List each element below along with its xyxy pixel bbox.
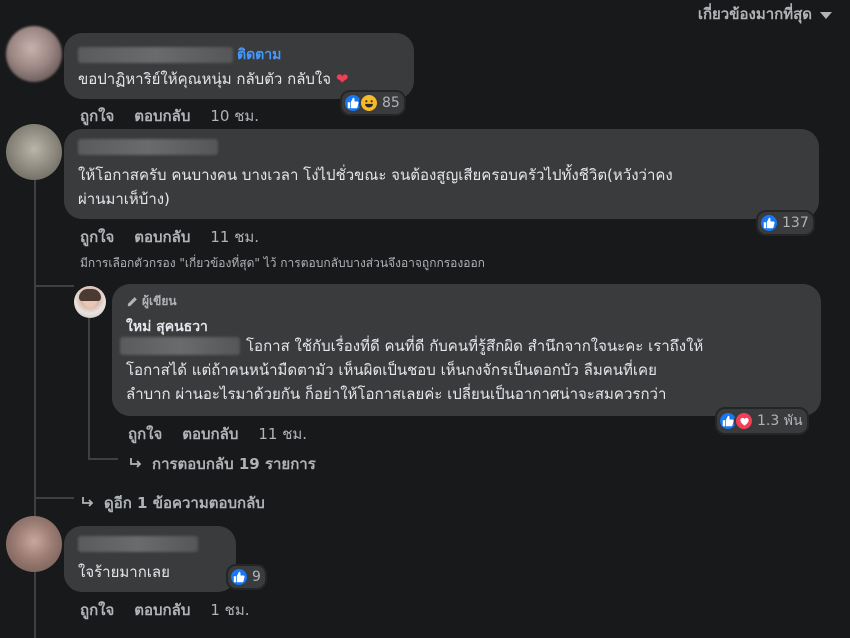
timestamp[interactable]: 11 ชม. bbox=[210, 225, 259, 249]
reaction-summary[interactable]: 85 bbox=[340, 90, 406, 116]
chevron-down-icon bbox=[820, 11, 832, 19]
reply-text-line: ลำบาก ผ่านอะไรมาด้วยกัน ก็อย่าให้โอกาสเล… bbox=[126, 385, 667, 403]
reply-button[interactable]: ตอบกลับ bbox=[134, 225, 190, 249]
view-replies-link[interactable]: การตอบกลับ 19 รายการ bbox=[128, 452, 316, 476]
comment-bubble: ใจร้ายมากเลย bbox=[64, 526, 236, 592]
reply-button[interactable]: ตอบกลับ bbox=[182, 422, 238, 446]
reaction-count: 137 bbox=[782, 215, 809, 231]
thread-line bbox=[88, 318, 90, 458]
comment-text-line: ให้โอกาสครับ คนบางคน บางเวลา โง่ไปชั่วขณ… bbox=[78, 166, 673, 184]
thread-line bbox=[34, 180, 36, 530]
reaction-summary[interactable]: 9 bbox=[226, 564, 267, 590]
thread-connector bbox=[88, 458, 118, 460]
reply-button[interactable]: ตอบกลับ bbox=[134, 598, 190, 622]
view-more-link[interactable]: ดูอีก 1 ข้อความตอบกลับ bbox=[80, 491, 265, 515]
timestamp[interactable]: 11 ชม. bbox=[258, 422, 307, 446]
timestamp[interactable]: 10 ชม. bbox=[210, 104, 259, 128]
thread-connector bbox=[34, 497, 74, 499]
timestamp[interactable]: 1 ชม. bbox=[210, 598, 249, 622]
reply-text-line: โอกาส ใช้กับเรื่องที่ดี คนที่ดี กับคนที่… bbox=[246, 337, 704, 355]
author-reply-bubble: ผู้เขียน ใหม่ สุคนธวา โอกาส ใช้กับเรื่อง… bbox=[112, 284, 821, 416]
thread-connector bbox=[34, 285, 74, 287]
like-button[interactable]: ถูกใจ bbox=[80, 225, 114, 249]
reaction-summary[interactable]: 137 bbox=[756, 210, 815, 236]
avatar[interactable] bbox=[6, 124, 62, 180]
comment-bubble: ให้โอกาสครับ คนบางคน บางเวลา โง่ไปชั่วขณ… bbox=[64, 129, 819, 219]
like-reaction-icon bbox=[229, 567, 249, 587]
comment-text: ใจร้ายมากเลย bbox=[78, 563, 170, 581]
like-button[interactable]: ถูกใจ bbox=[128, 422, 162, 446]
follow-link[interactable]: ติดตาม bbox=[237, 44, 281, 66]
comment-text-line: ผ่านมาเห็บ้าง) bbox=[78, 190, 170, 208]
reaction-count: 1.3 พัน bbox=[757, 413, 803, 429]
sort-dropdown[interactable]: เกี่ยวข้องมากที่สุด bbox=[698, 2, 832, 26]
author-badge: ผู้เขียน bbox=[126, 292, 177, 311]
avatar[interactable] bbox=[6, 26, 62, 82]
like-button[interactable]: ถูกใจ bbox=[80, 104, 114, 128]
avatar[interactable] bbox=[6, 516, 62, 572]
reaction-summary[interactable]: 1.3 พัน bbox=[715, 407, 809, 435]
reply-button[interactable]: ตอบกลับ bbox=[134, 104, 190, 128]
commenter-name-redacted[interactable] bbox=[78, 536, 198, 552]
commenter-name-redacted[interactable] bbox=[78, 47, 233, 63]
mention-redacted[interactable] bbox=[120, 337, 240, 355]
pencil-icon bbox=[127, 296, 137, 306]
reply-arrow-icon bbox=[82, 497, 94, 507]
author-avatar[interactable] bbox=[74, 286, 106, 318]
reply-text-line: โอกาสได้ แต่ถ้าคนหน้ามืดตามัว เห็นผิดเป็… bbox=[126, 361, 657, 379]
sort-label: เกี่ยวข้องมากที่สุด bbox=[697, 5, 812, 23]
reaction-count: 85 bbox=[382, 95, 400, 111]
comment-text: ขอปาฏิหาริย์ให้คุณหนุ่ม กลับตัว กลับใจ bbox=[78, 70, 332, 88]
view-more-label: ดูอีก 1 ข้อความตอบกลับ bbox=[104, 494, 265, 512]
author-badge-label: ผู้เขียน bbox=[142, 294, 177, 308]
view-replies-label: การตอบกลับ 19 รายการ bbox=[152, 455, 316, 473]
love-reaction-icon bbox=[734, 411, 754, 431]
reaction-count: 9 bbox=[252, 569, 261, 585]
like-reaction-icon bbox=[759, 213, 779, 233]
reply-arrow-icon bbox=[130, 458, 142, 468]
commenter-name-redacted[interactable] bbox=[78, 139, 218, 155]
haha-reaction-icon bbox=[359, 93, 379, 113]
like-button[interactable]: ถูกใจ bbox=[80, 598, 114, 622]
heart-emoji-icon: ❤ bbox=[335, 70, 349, 88]
filter-note: มีการเลือกตัวกรอง "เกี่ยวข้องที่สุด" ไว้… bbox=[80, 256, 485, 270]
